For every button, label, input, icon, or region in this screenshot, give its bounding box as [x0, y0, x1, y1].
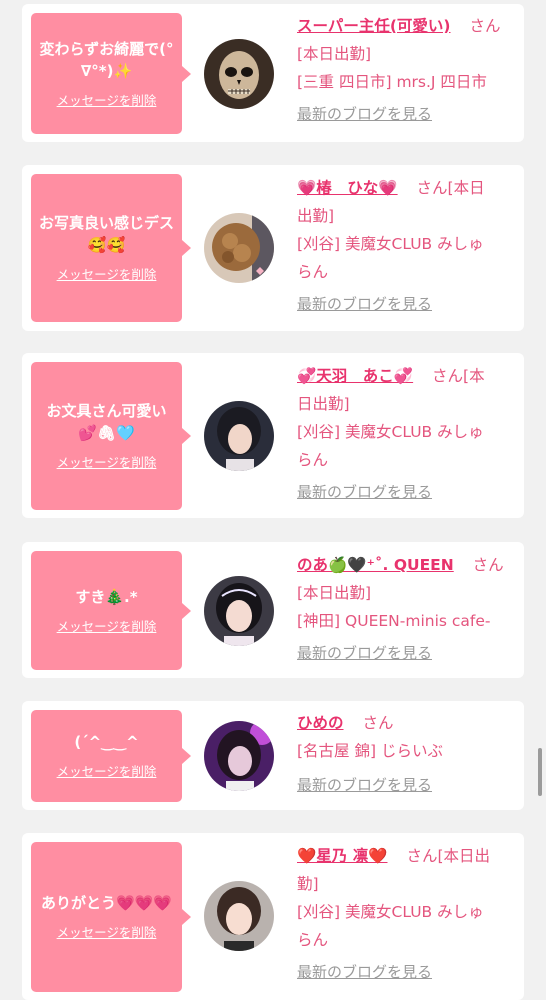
- girl-portrait-icon: [204, 881, 274, 951]
- member-name-link[interactable]: のあ🍏🖤⁺˚. QUEEN: [297, 556, 454, 574]
- honorific: さん: [472, 556, 504, 574]
- delete-message-link[interactable]: メッセージを削除: [57, 92, 157, 110]
- detail-line: らん: [297, 263, 329, 281]
- member-info: ❤️星乃 凛❤️ さん[本日出 勤] [刈谷] 美魔女CLUB みしゅ らん 最…: [297, 842, 517, 986]
- latest-blog-link[interactable]: 最新のブログを見る: [297, 100, 517, 128]
- message-card: (ˊ^‿‿^ メッセージを削除 ひめの さん [名古屋 錦] じらいぶ 最新のブ…: [22, 701, 524, 810]
- message-bubble: ありがとう💗💗💗 メッセージを削除: [31, 842, 191, 992]
- detail-line: [神田] QUEEN-minis cafe-: [297, 612, 491, 630]
- hair-bun-icon: [204, 213, 274, 283]
- latest-blog-link[interactable]: 最新のブログを見る: [297, 958, 517, 986]
- message-text: お文具さん可愛い💕🖇🩵: [46, 402, 167, 442]
- detail-line: [三重 四日市] mrs.J 四日市: [297, 73, 487, 91]
- message-bubble: (ˊ^‿‿^ メッセージを削除: [31, 710, 191, 802]
- delete-message-link[interactable]: メッセージを削除: [57, 266, 157, 284]
- honorific: さん: [469, 17, 501, 35]
- skull-mask-icon: [204, 39, 274, 109]
- member-name-link[interactable]: 💞天羽 あこ💞: [297, 367, 413, 385]
- delete-message-link[interactable]: メッセージを削除: [57, 454, 157, 472]
- message-bubble: お写真良い感じデス🥰🥰 メッセージを削除: [31, 174, 191, 322]
- honorific: さん[本日: [416, 179, 485, 197]
- message-card: お文具さん可愛い💕🖇🩵 メッセージを削除 💞天羽 あこ💞 さん[本 日出勤] […: [22, 353, 524, 518]
- message-text: ありがとう💗💗💗: [40, 894, 173, 912]
- detail-line: [刈谷] 美魔女CLUB みしゅ: [297, 423, 484, 441]
- delete-message-link[interactable]: メッセージを削除: [57, 618, 157, 636]
- message-bubble: 変わらずお綺麗で(°∇°*)✨ メッセージを削除: [31, 13, 191, 134]
- message-text: 変わらずお綺麗で(°∇°*)✨: [39, 39, 174, 80]
- message-bubble: お文具さん可愛い💕🖇🩵 メッセージを削除: [31, 362, 191, 510]
- honorific: さん: [362, 714, 394, 732]
- scrollbar[interactable]: [538, 748, 542, 796]
- detail-line: らん: [297, 451, 329, 469]
- member-info: 💞天羽 あこ💞 さん[本 日出勤] [刈谷] 美魔女CLUB みしゅ らん 最新…: [297, 362, 517, 506]
- member-info: 💗椿 ひな💗 さん[本日 出勤] [刈谷] 美魔女CLUB みしゅ らん 最新の…: [297, 174, 517, 318]
- delete-message-link[interactable]: メッセージを削除: [57, 763, 157, 781]
- message-card: 変わらずお綺麗で(°∇°*)✨ メッセージを削除 スーパー主任(可愛い) さん …: [22, 4, 524, 142]
- member-name-link[interactable]: スーパー主任(可愛い): [297, 17, 451, 35]
- member-name-link[interactable]: ❤️星乃 凛❤️: [297, 847, 388, 865]
- member-name-link[interactable]: ひめの: [297, 714, 344, 732]
- detail-line: 勤]: [297, 875, 319, 893]
- avatar[interactable]: [204, 881, 274, 951]
- latest-blog-link[interactable]: 最新のブログを見る: [297, 478, 517, 506]
- detail-line: [名古屋 錦] じらいぶ: [297, 742, 443, 760]
- latest-blog-link[interactable]: 最新のブログを見る: [297, 290, 517, 318]
- delete-message-link[interactable]: メッセージを削除: [57, 924, 157, 942]
- latest-blog-link[interactable]: 最新のブログを見る: [297, 771, 517, 799]
- message-text: (ˊ^‿‿^: [74, 733, 139, 751]
- avatar[interactable]: [204, 576, 274, 646]
- message-list: 変わらずお綺麗で(°∇°*)✨ メッセージを削除 スーパー主任(可愛い) さん …: [0, 0, 546, 1000]
- message-card: すき🎄.* メッセージを削除 のあ🍏🖤⁺˚. QUEEN さん [本日出勤] […: [22, 542, 524, 678]
- honorific: さん[本日出: [406, 847, 490, 865]
- avatar[interactable]: [204, 401, 274, 471]
- avatar[interactable]: [204, 39, 274, 109]
- latest-blog-link[interactable]: 最新のブログを見る: [297, 639, 517, 667]
- member-info: ひめの さん [名古屋 錦] じらいぶ 最新のブログを見る: [297, 709, 517, 799]
- message-card: ありがとう💗💗💗 メッセージを削除 ❤️星乃 凛❤️ さん[本日出 勤] [刈谷…: [22, 833, 524, 1000]
- purple-light-portrait-icon: [204, 721, 274, 791]
- message-bubble: すき🎄.* メッセージを削除: [31, 551, 191, 670]
- detail-line: [本日出勤]: [297, 584, 372, 602]
- detail-line: 出勤]: [297, 207, 335, 225]
- member-info: スーパー主任(可愛い) さん [本日出勤] [三重 四日市] mrs.J 四日市…: [297, 12, 517, 128]
- message-card: お写真良い感じデス🥰🥰 メッセージを削除 💗椿 ひな💗 さん[本日 出勤] [刈…: [22, 165, 524, 331]
- message-text: すき🎄.*: [75, 587, 138, 606]
- member-info: のあ🍏🖤⁺˚. QUEEN さん [本日出勤] [神田] QUEEN-minis…: [297, 551, 517, 667]
- message-text: お写真良い感じデス🥰🥰: [39, 214, 175, 254]
- detail-line: らん: [297, 931, 329, 949]
- detail-line: [刈谷] 美魔女CLUB みしゅ: [297, 235, 484, 253]
- detail-line: [刈谷] 美魔女CLUB みしゅ: [297, 903, 484, 921]
- detail-line: 日出勤]: [297, 395, 350, 413]
- member-name-link[interactable]: 💗椿 ひな💗: [297, 179, 398, 197]
- girl-portrait-icon: [204, 576, 274, 646]
- girl-portrait-icon: [204, 401, 274, 471]
- honorific: さん[本: [432, 367, 485, 385]
- avatar[interactable]: [204, 213, 274, 283]
- detail-line: [本日出勤]: [297, 45, 372, 63]
- avatar[interactable]: [204, 721, 274, 791]
